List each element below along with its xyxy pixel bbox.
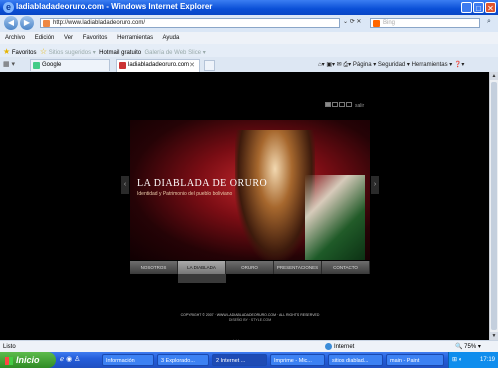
command-menus[interactable]: Página ▾ Seguridad ▾ Herramientas ▾ [353, 62, 452, 68]
command-bar: ⌂▾ ▣▾ ✉ ⎙▾ Página ▾ Seguridad ▾ Herramie… [318, 61, 464, 69]
task-imprime[interactable]: Imprime - Mic... [270, 354, 325, 366]
menu-ayuda[interactable]: Ayuda [162, 35, 179, 41]
flag-image [305, 175, 365, 260]
zoom-level: 75% [464, 344, 477, 350]
status-bar: Listo Internet 🔍 75% ▾ [0, 340, 498, 352]
vertical-scrollbar[interactable]: ▲ ▼ [489, 72, 498, 340]
fav-item-sugeridos[interactable]: Sitios sugeridos ▾ [49, 50, 96, 56]
tray-icons[interactable]: ⊞ ◐ [452, 356, 462, 363]
nav-dropdown [178, 274, 226, 283]
google-icon [33, 62, 40, 69]
bing-icon [373, 20, 380, 27]
next-slide-icon[interactable]: › [371, 176, 379, 194]
pager-dot[interactable] [325, 102, 331, 107]
banner-subtitle: Identidad y Patrimonio del pueblo bolivi… [137, 191, 233, 197]
minimize-button[interactable]: _ [461, 2, 472, 13]
address-url: http://www.ladiabladadeoruro.com/ [53, 20, 146, 26]
dancer-image [235, 130, 315, 260]
taskbar: Inicio ℯ ◉ ♙ Información 3 Explorado... … [0, 352, 498, 368]
pager-label[interactable]: salir [355, 103, 364, 109]
scroll-thumb[interactable] [491, 82, 497, 330]
security-zone: Internet [325, 343, 354, 350]
nav-oruro[interactable]: ORURO [226, 261, 274, 274]
status-text: Listo [3, 344, 16, 350]
window-title-bar: e ladiabladadeoruro.com - Windows Intern… [0, 0, 498, 15]
print-icon[interactable]: ⎙▾ [343, 62, 351, 68]
menu-herramientas[interactable]: Herramientas [117, 35, 153, 41]
quick-launch: ℯ ◉ ♙ [60, 355, 80, 363]
pager-dot[interactable] [332, 102, 338, 107]
prev-slide-icon[interactable]: ‹ [121, 176, 129, 194]
page-icon [43, 20, 50, 27]
search-input[interactable]: Bing [370, 18, 480, 28]
site-nav: NOSOTROS LA DIABLADA ORURO PRESENTACIONE… [130, 261, 370, 274]
start-button[interactable]: Inicio [0, 352, 56, 368]
tab-ladiablada[interactable]: ladiabladadeoruro.com ✕ [116, 59, 200, 72]
forward-button[interactable]: ▶ [20, 16, 34, 30]
nav-presentaciones[interactable]: PRESENTACIONES [274, 261, 322, 274]
menu-archivo[interactable]: Archivo [5, 35, 25, 41]
tab-google[interactable]: Google [30, 59, 110, 71]
system-tray: ⊞ ◐ 17:19 [448, 352, 498, 368]
menu-ver[interactable]: Ver [64, 35, 73, 41]
address-tools[interactable]: ⌄ ⟳ ✕ [343, 18, 361, 25]
fav-item-hotmail[interactable]: Hotmail gratuito [99, 50, 141, 56]
favorites-bar: ★ Favoritos ☆ Sitios sugeridos ▾ Hotmail… [0, 44, 498, 58]
home-icon[interactable]: ⌂▾ [318, 62, 325, 68]
ie-quicklaunch-icon[interactable]: ℯ [60, 356, 64, 363]
pager-dot[interactable] [346, 102, 352, 107]
slide-pager: salir [325, 102, 364, 109]
scroll-up-icon[interactable]: ▲ [490, 72, 498, 80]
zoom-control[interactable]: 🔍 75% ▾ [455, 343, 481, 350]
menu-favoritos[interactable]: Favoritos [83, 35, 108, 41]
messenger-quicklaunch-icon[interactable]: ♙ [74, 356, 80, 363]
start-label: Inicio [16, 355, 40, 365]
globe-icon [325, 343, 332, 350]
search-icon[interactable]: ⌕ [483, 18, 495, 28]
feeds-icon[interactable]: ▣▾ [326, 62, 335, 68]
menu-edicion[interactable]: Edición [35, 35, 55, 41]
task-explorador[interactable]: 3 Explorado... [157, 354, 209, 366]
zone-label: Internet [334, 344, 355, 351]
pager-dot[interactable] [339, 102, 345, 107]
quick-tabs-icon[interactable]: ▦ ▾ [3, 60, 15, 68]
copyright-text: COPYRIGHT © 2007 · WWW.LADIABLADADEORURO… [180, 313, 320, 317]
site-icon [119, 62, 126, 69]
favorites-button[interactable]: Favoritos [12, 50, 37, 56]
close-button[interactable]: ✕ [485, 2, 496, 13]
maximize-button[interactable]: □ [473, 2, 484, 13]
tab-label: Google [42, 62, 62, 68]
clock: 17:19 [479, 357, 495, 363]
favorites-star-icon[interactable]: ★ [3, 47, 10, 56]
task-internet[interactable]: 2 Internet ... [212, 354, 267, 366]
media-quicklaunch-icon[interactable]: ◉ [66, 356, 72, 363]
hero-banner: LA DIABLADA DE ORURO Identidad y Patrimo… [130, 120, 370, 260]
fav-item-webslice[interactable]: Galería de Web Slice ▾ [144, 50, 205, 56]
new-tab-button[interactable] [204, 60, 215, 71]
back-button[interactable]: ◀ [4, 16, 18, 30]
mail-icon[interactable]: ✉ [337, 62, 342, 68]
windows-logo-icon [5, 356, 13, 365]
close-tab-icon[interactable]: ✕ [189, 61, 195, 69]
task-sitios[interactable]: sitios diablad... [328, 354, 383, 366]
task-informacion[interactable]: Información [102, 354, 154, 366]
credits-link[interactable]: DISEÑO BY · STYLE.COM [180, 318, 320, 322]
help-icon[interactable]: ❓▾ [454, 62, 464, 68]
address-toolbar: ◀ ▶ http://www.ladiabladadeoruro.com/ ⌄ … [0, 15, 498, 32]
address-field[interactable]: http://www.ladiabladadeoruro.com/ [40, 18, 340, 28]
ie-icon: e [3, 2, 14, 13]
add-favorite-icon[interactable]: ☆ [40, 47, 47, 56]
task-paint[interactable]: main - Paint [386, 354, 444, 366]
window-title: ladiabladadeoruro.com - Windows Internet… [16, 2, 213, 11]
scroll-down-icon[interactable]: ▼ [490, 332, 498, 340]
tab-label: ladiabladadeoruro.com [128, 62, 190, 68]
nav-la-diablada[interactable]: LA DIABLADA [178, 261, 226, 274]
banner-title: LA DIABLADA DE ORURO [137, 178, 268, 189]
search-placeholder: Bing [383, 20, 396, 26]
nav-contacto[interactable]: CONTACTO [322, 261, 370, 274]
nav-nosotros[interactable]: NOSOTROS [130, 261, 178, 274]
